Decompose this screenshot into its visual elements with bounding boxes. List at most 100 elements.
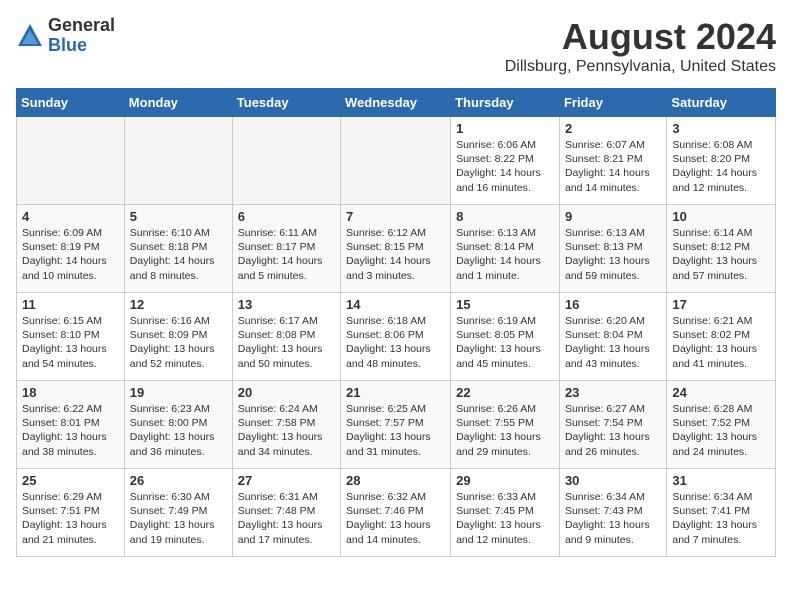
calendar-cell: 18Sunrise: 6:22 AM Sunset: 8:01 PM Dayli…	[17, 381, 125, 469]
col-header-tuesday: Tuesday	[232, 89, 340, 117]
calendar-cell: 9 Sunrise: 6:13 AM Sunset: 8:13 PM Daylig…	[559, 205, 666, 293]
day-info: Sunrise: 6:33 AM Sunset: 7:45 PM Dayligh…	[456, 490, 554, 547]
day-info: Sunrise: 6:30 AM Sunset: 7:49 PM Dayligh…	[130, 490, 227, 547]
calendar-week-row: 11Sunrise: 6:15 AM Sunset: 8:10 PM Dayli…	[17, 293, 776, 381]
page-header: General Blue August 2024 Dillsburg, Penn…	[16, 16, 776, 76]
logo-blue: Blue	[48, 36, 115, 56]
calendar-week-row: 4 Sunrise: 6:09 AM Sunset: 8:19 PM Daylig…	[17, 205, 776, 293]
calendar-cell: 7 Sunrise: 6:12 AM Sunset: 8:15 PM Daylig…	[341, 205, 451, 293]
day-info: Sunrise: 6:23 AM Sunset: 8:00 PM Dayligh…	[130, 402, 227, 459]
day-info: Sunrise: 6:31 AM Sunset: 7:48 PM Dayligh…	[238, 490, 335, 547]
calendar-cell: 20 Sunrise: 6:24 AM Sunset: 7:58 PM Dayli…	[232, 381, 340, 469]
day-number: 20	[238, 385, 335, 400]
calendar-cell: 12 Sunrise: 6:16 AM Sunset: 8:09 PM Dayli…	[124, 293, 232, 381]
day-info: Sunrise: 6:06 AM Sunset: 8:22 PM Dayligh…	[456, 138, 554, 195]
day-info: Sunrise: 6:18 AM Sunset: 8:06 PM Dayligh…	[346, 314, 445, 371]
day-number: 7	[346, 209, 445, 224]
calendar-cell: 8 Sunrise: 6:13 AM Sunset: 8:14 PM Daylig…	[451, 205, 560, 293]
calendar-cell: 5Sunrise: 6:10 AM Sunset: 8:18 PM Daylig…	[124, 205, 232, 293]
calendar-cell: 22Sunrise: 6:26 AM Sunset: 7:55 PM Dayli…	[451, 381, 560, 469]
col-header-wednesday: Wednesday	[341, 89, 451, 117]
day-info: Sunrise: 6:20 AM Sunset: 8:04 PM Dayligh…	[565, 314, 661, 371]
day-number: 11	[22, 297, 119, 312]
calendar-cell: 1 Sunrise: 6:06 AM Sunset: 8:22 PM Daylig…	[451, 117, 560, 205]
day-number: 9	[565, 209, 661, 224]
calendar-cell: 29 Sunrise: 6:33 AM Sunset: 7:45 PM Dayli…	[451, 469, 560, 557]
calendar-cell: 16 Sunrise: 6:20 AM Sunset: 8:04 PM Dayli…	[559, 293, 666, 381]
calendar-cell: 17Sunrise: 6:21 AM Sunset: 8:02 PM Dayli…	[667, 293, 776, 381]
day-info: Sunrise: 6:10 AM Sunset: 8:18 PM Dayligh…	[130, 226, 227, 283]
calendar-cell: 14 Sunrise: 6:18 AM Sunset: 8:06 PM Dayli…	[341, 293, 451, 381]
day-info: Sunrise: 6:19 AM Sunset: 8:05 PM Dayligh…	[456, 314, 554, 371]
day-info: Sunrise: 6:13 AM Sunset: 8:14 PM Dayligh…	[456, 226, 554, 283]
day-info: Sunrise: 6:34 AM Sunset: 7:41 PM Dayligh…	[672, 490, 770, 547]
day-number: 1	[456, 121, 554, 136]
day-info: Sunrise: 6:12 AM Sunset: 8:15 PM Dayligh…	[346, 226, 445, 283]
day-info: Sunrise: 6:16 AM Sunset: 8:09 PM Dayligh…	[130, 314, 227, 371]
day-info: Sunrise: 6:21 AM Sunset: 8:02 PM Dayligh…	[672, 314, 770, 371]
day-number: 6	[238, 209, 335, 224]
col-header-friday: Friday	[559, 89, 666, 117]
calendar-cell	[232, 117, 340, 205]
day-number: 14	[346, 297, 445, 312]
day-info: Sunrise: 6:14 AM Sunset: 8:12 PM Dayligh…	[672, 226, 770, 283]
day-number: 3	[672, 121, 770, 136]
calendar-cell: 11Sunrise: 6:15 AM Sunset: 8:10 PM Dayli…	[17, 293, 125, 381]
day-number: 12	[130, 297, 227, 312]
day-info: Sunrise: 6:24 AM Sunset: 7:58 PM Dayligh…	[238, 402, 335, 459]
day-info: Sunrise: 6:27 AM Sunset: 7:54 PM Dayligh…	[565, 402, 661, 459]
day-number: 26	[130, 473, 227, 488]
col-header-sunday: Sunday	[17, 89, 125, 117]
calendar-cell: 31Sunrise: 6:34 AM Sunset: 7:41 PM Dayli…	[667, 469, 776, 557]
calendar-cell: 19 Sunrise: 6:23 AM Sunset: 8:00 PM Dayli…	[124, 381, 232, 469]
calendar-cell	[17, 117, 125, 205]
calendar-cell: 21 Sunrise: 6:25 AM Sunset: 7:57 PM Dayli…	[341, 381, 451, 469]
day-number: 24	[672, 385, 770, 400]
calendar-cell: 10 Sunrise: 6:14 AM Sunset: 8:12 PM Dayli…	[667, 205, 776, 293]
location: Dillsburg, Pennsylvania, United States	[505, 58, 776, 76]
calendar-week-row: 1 Sunrise: 6:06 AM Sunset: 8:22 PM Daylig…	[17, 117, 776, 205]
day-info: Sunrise: 6:29 AM Sunset: 7:51 PM Dayligh…	[22, 490, 119, 547]
day-number: 27	[238, 473, 335, 488]
calendar-week-row: 18Sunrise: 6:22 AM Sunset: 8:01 PM Dayli…	[17, 381, 776, 469]
calendar-week-row: 25 Sunrise: 6:29 AM Sunset: 7:51 PM Dayli…	[17, 469, 776, 557]
day-info: Sunrise: 6:13 AM Sunset: 8:13 PM Dayligh…	[565, 226, 661, 283]
day-info: Sunrise: 6:17 AM Sunset: 8:08 PM Dayligh…	[238, 314, 335, 371]
calendar-cell: 15 Sunrise: 6:19 AM Sunset: 8:05 PM Dayli…	[451, 293, 560, 381]
day-number: 23	[565, 385, 661, 400]
calendar-table: SundayMondayTuesdayWednesdayThursdayFrid…	[16, 88, 776, 557]
day-info: Sunrise: 6:26 AM Sunset: 7:55 PM Dayligh…	[456, 402, 554, 459]
calendar-cell: 6Sunrise: 6:11 AM Sunset: 8:17 PM Daylig…	[232, 205, 340, 293]
day-number: 28	[346, 473, 445, 488]
day-number: 19	[130, 385, 227, 400]
day-number: 10	[672, 209, 770, 224]
day-number: 2	[565, 121, 661, 136]
day-number: 25	[22, 473, 119, 488]
day-number: 30	[565, 473, 661, 488]
calendar-cell: 26 Sunrise: 6:30 AM Sunset: 7:49 PM Dayli…	[124, 469, 232, 557]
month-year: August 2024	[505, 16, 776, 58]
calendar-cell: 28 Sunrise: 6:32 AM Sunset: 7:46 PM Dayli…	[341, 469, 451, 557]
col-header-saturday: Saturday	[667, 89, 776, 117]
day-number: 21	[346, 385, 445, 400]
calendar-cell: 30 Sunrise: 6:34 AM Sunset: 7:43 PM Dayli…	[559, 469, 666, 557]
day-number: 29	[456, 473, 554, 488]
day-info: Sunrise: 6:22 AM Sunset: 8:01 PM Dayligh…	[22, 402, 119, 459]
day-info: Sunrise: 6:25 AM Sunset: 7:57 PM Dayligh…	[346, 402, 445, 459]
calendar-cell	[341, 117, 451, 205]
logo-general: General	[48, 16, 115, 36]
logo-icon	[16, 22, 44, 50]
calendar-cell: 13 Sunrise: 6:17 AM Sunset: 8:08 PM Dayli…	[232, 293, 340, 381]
day-info: Sunrise: 6:09 AM Sunset: 8:19 PM Dayligh…	[22, 226, 119, 283]
title-block: August 2024 Dillsburg, Pennsylvania, Uni…	[505, 16, 776, 76]
day-number: 15	[456, 297, 554, 312]
day-info: Sunrise: 6:08 AM Sunset: 8:20 PM Dayligh…	[672, 138, 770, 195]
day-number: 16	[565, 297, 661, 312]
day-info: Sunrise: 6:32 AM Sunset: 7:46 PM Dayligh…	[346, 490, 445, 547]
day-number: 8	[456, 209, 554, 224]
day-info: Sunrise: 6:07 AM Sunset: 8:21 PM Dayligh…	[565, 138, 661, 195]
col-header-monday: Monday	[124, 89, 232, 117]
day-number: 4	[22, 209, 119, 224]
day-number: 13	[238, 297, 335, 312]
day-info: Sunrise: 6:34 AM Sunset: 7:43 PM Dayligh…	[565, 490, 661, 547]
